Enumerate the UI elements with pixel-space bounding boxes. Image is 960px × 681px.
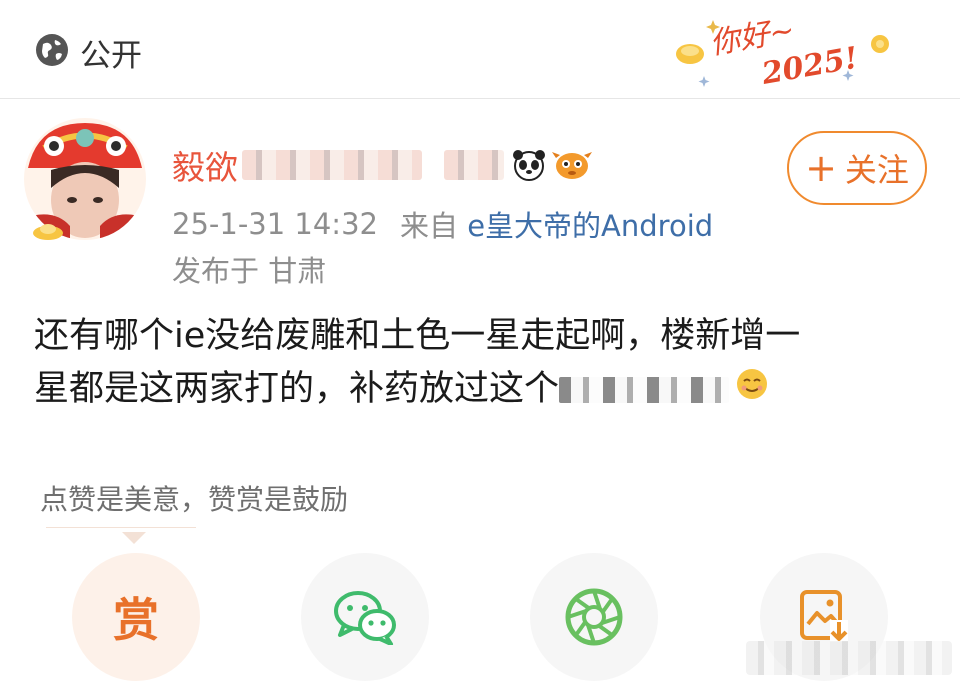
follow-label: 关注 [844,151,909,189]
post-meta: 25-1-31 14:32 来自 e皇大帝的Android [172,204,713,244]
moments-icon [565,588,623,646]
post-content: 还有哪个ie没给废雕和土色一星走起啊，楼新增一 星都是这两家打的，补药放过这个 [34,310,924,417]
post-content-line-2: 星都是这两家打的，补药放过这个 [34,369,560,409]
redacted-watermark [746,641,952,675]
reward-hint: 点赞是美意，赞赏是鼓励 [40,483,349,516]
top-bar: 公开 你好~ 2025! [0,0,960,99]
post-location: 发布于 甘肃 [172,254,327,288]
save-image-icon [800,590,848,642]
panda-emoji-icon [513,150,545,181]
post-content-line-1: 还有哪个ie没给废雕和土色一星走起啊，楼新增一 [34,316,801,356]
post-source-link[interactable]: e皇大帝的Android [467,209,713,243]
hint-caret [122,532,146,544]
reward-button[interactable]: 赏 [72,553,200,681]
wechat-icon [334,591,396,645]
author-name[interactable]: 毅欲 [172,141,238,189]
fish-emoji-icon [552,152,592,179]
follow-button[interactable]: + 关注 [787,131,927,205]
redacted-name-segment [242,150,422,180]
gold-ingot-badge-icon [33,224,63,240]
moments-share-button[interactable] [530,553,658,681]
plus-icon: + [805,146,837,190]
smile-emoji-icon [735,364,769,417]
hint-divider [46,527,196,528]
reward-icon: 赏 [113,593,159,647]
post-content-line-2-wrapper: 星都是这两家打的，补药放过这个 [34,363,924,417]
wechat-share-button[interactable] [301,553,429,681]
post-time: 25-1-31 14:32 [172,207,378,241]
source-prefix: 来自 [399,209,458,243]
globe-icon [34,32,70,72]
visibility-label: 公开 [80,37,142,74]
author-name-row[interactable]: 毅欲 [172,142,592,188]
new-year-2025-decoration: 你好~ 2025! [676,13,889,92]
redacted-content [559,377,730,403]
visibility-indicator[interactable]: 公开 [34,30,142,74]
redacted-badge-segment [444,150,504,180]
